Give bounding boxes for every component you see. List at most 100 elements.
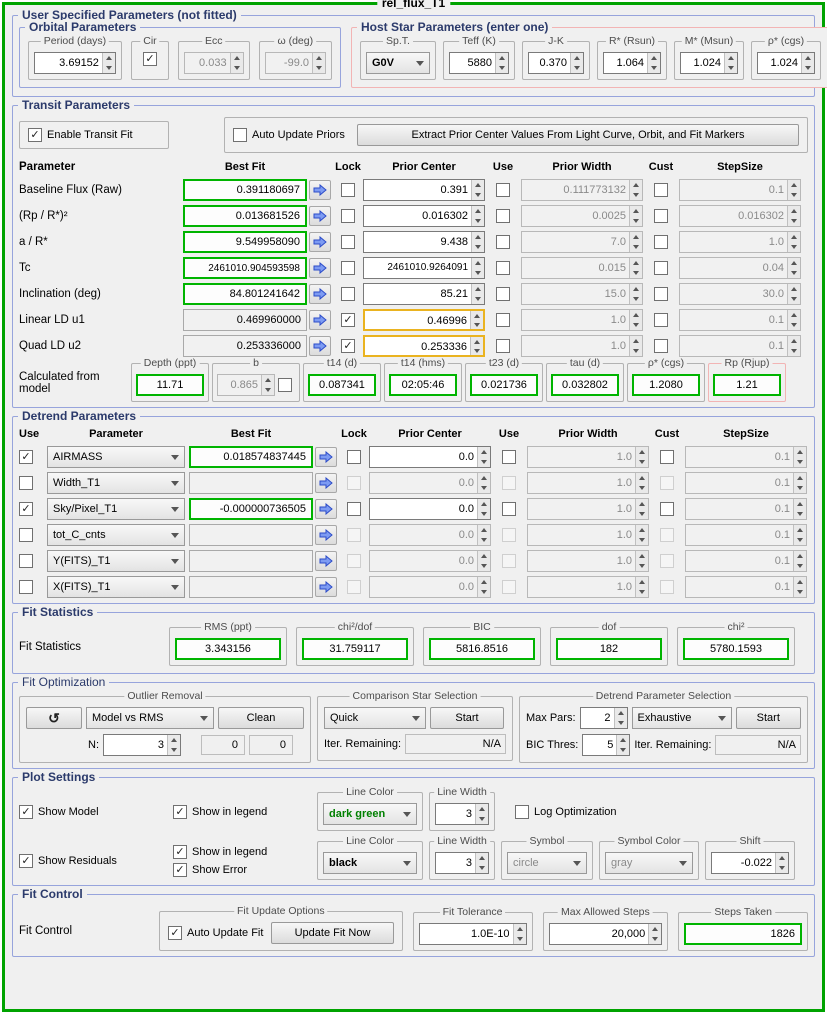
copy-to-prior-button[interactable] — [315, 577, 337, 597]
spectral-type-dropdown[interactable]: G0V — [366, 52, 430, 74]
copy-to-prior-button[interactable] — [309, 180, 331, 200]
prior-center-input[interactable]: 9.438 — [363, 231, 485, 253]
copy-to-prior-button[interactable] — [315, 499, 337, 519]
copy-to-prior-button[interactable] — [315, 473, 337, 493]
custom-step-checkbox[interactable] — [654, 261, 668, 275]
rstar-input[interactable]: 1.064 — [603, 52, 661, 74]
prior-center-input[interactable]: 0.0 — [369, 446, 491, 468]
detrend-selection-start-button[interactable]: Start — [735, 707, 801, 729]
model-line-width-input[interactable]: 3 — [435, 803, 489, 825]
copy-to-prior-button[interactable] — [315, 447, 337, 467]
bic-thres-input[interactable]: 5 — [582, 734, 631, 756]
spinner-buttons[interactable] — [570, 53, 583, 73]
copy-to-prior-button[interactable] — [309, 284, 331, 304]
lock-checkbox[interactable] — [347, 450, 361, 464]
spinner-buttons[interactable] — [801, 53, 814, 73]
spinner-buttons[interactable] — [470, 337, 483, 355]
use-prior-checkbox[interactable] — [502, 502, 516, 516]
spinner-buttons[interactable] — [470, 311, 483, 329]
detrend-selection-mode-dropdown[interactable]: Exhaustive — [631, 707, 732, 729]
spinner-buttons[interactable] — [613, 708, 627, 728]
detrend-param-dropdown[interactable]: Sky/Pixel_T1 — [47, 498, 185, 520]
clean-button[interactable]: Clean — [218, 707, 304, 729]
use-prior-checkbox[interactable] — [502, 450, 516, 464]
spinner-buttons[interactable] — [648, 923, 662, 944]
use-detrend-checkbox[interactable] — [19, 476, 33, 490]
spinner-buttons[interactable] — [471, 206, 484, 226]
prior-center-input[interactable]: 2461010.9264091 — [363, 257, 485, 279]
spinner-buttons[interactable] — [477, 447, 490, 467]
prior-center-input[interactable]: 0.016302 — [363, 205, 485, 227]
custom-step-checkbox[interactable] — [660, 450, 674, 464]
use-prior-checkbox[interactable] — [496, 313, 510, 327]
shift-input[interactable]: -0.022 — [711, 852, 789, 874]
lock-checkbox[interactable] — [341, 339, 355, 353]
period-input[interactable]: 3.69152 — [34, 52, 116, 74]
prior-center-input[interactable]: 0.253336 — [363, 335, 485, 357]
comparison-start-button[interactable]: Start — [430, 707, 504, 729]
spinner-buttons[interactable] — [647, 53, 660, 73]
custom-step-checkbox[interactable] — [654, 313, 668, 327]
use-prior-checkbox[interactable] — [496, 287, 510, 301]
update-fit-now-button[interactable]: Update Fit Now — [271, 922, 394, 944]
mstar-input[interactable]: 1.024 — [680, 52, 738, 74]
spinner-buttons[interactable] — [724, 53, 737, 73]
spinner-buttons[interactable] — [495, 53, 508, 73]
detrend-param-dropdown[interactable]: Width_T1 — [47, 472, 185, 494]
use-prior-checkbox[interactable] — [496, 235, 510, 249]
custom-step-checkbox[interactable] — [654, 183, 668, 197]
lock-checkbox[interactable] — [341, 287, 355, 301]
use-detrend-checkbox[interactable] — [19, 502, 33, 516]
use-detrend-checkbox[interactable] — [19, 528, 33, 542]
log-optimization-checkbox[interactable] — [515, 804, 529, 819]
lock-checkbox[interactable] — [341, 261, 355, 275]
spinner-buttons[interactable] — [475, 804, 488, 824]
spinner-buttons[interactable] — [167, 735, 180, 755]
n-input[interactable]: 3 — [103, 734, 181, 756]
show-model-checkbox[interactable] — [19, 804, 33, 819]
spinner-buttons[interactable] — [471, 284, 484, 304]
spinner-buttons[interactable] — [475, 853, 488, 873]
spinner-buttons[interactable] — [101, 53, 115, 73]
use-prior-checkbox[interactable] — [496, 183, 510, 197]
impact-parameter-checkbox[interactable] — [278, 378, 292, 392]
outlier-mode-dropdown[interactable]: Model vs RMS — [86, 707, 214, 729]
copy-to-prior-button[interactable] — [309, 206, 331, 226]
spinner-buttons[interactable] — [477, 499, 490, 519]
lock-checkbox[interactable] — [341, 209, 355, 223]
show-residuals-checkbox[interactable] — [19, 853, 33, 868]
detrend-param-dropdown[interactable]: Y(FITS)_T1 — [47, 550, 185, 572]
copy-to-prior-button[interactable] — [315, 525, 337, 545]
spinner-buttons[interactable] — [471, 232, 484, 252]
residuals-show-in-legend-checkbox[interactable] — [173, 844, 187, 859]
custom-step-checkbox[interactable] — [660, 502, 674, 516]
lock-checkbox[interactable] — [341, 235, 355, 249]
copy-to-prior-button[interactable] — [315, 551, 337, 571]
use-detrend-checkbox[interactable] — [19, 554, 33, 568]
model-line-color-dropdown[interactable]: dark green — [323, 803, 417, 825]
model-show-in-legend-checkbox[interactable] — [173, 804, 187, 819]
residuals-line-color-dropdown[interactable]: black — [323, 852, 417, 874]
prior-center-input[interactable]: 85.21 — [363, 283, 485, 305]
spinner-buttons[interactable] — [471, 180, 484, 200]
spinner-buttons[interactable] — [512, 923, 526, 944]
copy-to-prior-button[interactable] — [309, 258, 331, 278]
use-detrend-checkbox[interactable] — [19, 580, 33, 594]
prior-center-input[interactable]: 0.391 — [363, 179, 485, 201]
spinner-buttons[interactable] — [775, 853, 788, 873]
enable-transit-fit-checkbox[interactable] — [28, 128, 42, 142]
lock-checkbox[interactable] — [341, 183, 355, 197]
use-prior-checkbox[interactable] — [496, 261, 510, 275]
jk-input[interactable]: 0.370 — [528, 52, 584, 74]
lock-checkbox[interactable] — [347, 502, 361, 516]
spinner-buttons[interactable] — [616, 735, 630, 755]
copy-to-prior-button[interactable] — [309, 310, 331, 330]
rho-star-input[interactable]: 1.024 — [757, 52, 815, 74]
residuals-line-width-input[interactable]: 3 — [435, 852, 489, 874]
auto-update-fit-checkbox[interactable] — [168, 926, 182, 940]
circular-orbit-checkbox[interactable] — [142, 52, 157, 66]
use-detrend-checkbox[interactable] — [19, 450, 33, 464]
fit-tolerance-input[interactable]: 1.0E-10 — [418, 922, 527, 945]
show-error-checkbox[interactable] — [173, 862, 187, 877]
prior-center-input[interactable]: 0.46996 — [363, 309, 485, 331]
